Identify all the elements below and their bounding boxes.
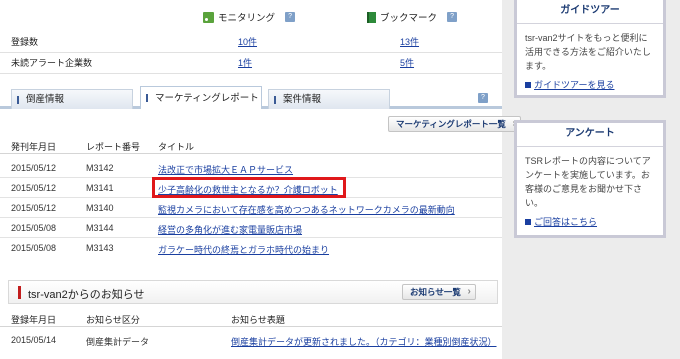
- marketing-report-list-button[interactable]: マーケティングレポート一覧: [388, 116, 521, 132]
- report-title-link[interactable]: 監視カメラにおいて存在感を高めつつあるネットワークカメラの最新動向: [158, 203, 455, 216]
- news-table-header: 登録年月日 お知らせ区分 お知らせ表題: [0, 310, 502, 327]
- report-title-link[interactable]: 経営の多角化が進む家電量販店市場: [158, 223, 302, 236]
- bullet-icon: [525, 81, 531, 88]
- main-content: モニタリング ? ブックマーク ? 登録数 10件 13件 未読アラート企業数 …: [0, 0, 521, 359]
- col-date: 登録年月日: [11, 315, 57, 325]
- report-table-header: 発刊年月日 レポート番号 タイトル: [0, 137, 502, 154]
- report-title-link[interactable]: 法改正で市場拡大ＥＡＰサービス: [158, 163, 293, 176]
- guide-tour-text: tsr-van2サイトをもっと便利に活用できる方法をご紹介いたします。: [525, 33, 651, 71]
- summary-label: 未読アラート企業数: [11, 58, 93, 68]
- row-number: M3141: [86, 183, 114, 193]
- rss-icon: [203, 11, 214, 23]
- row-number: M3143: [86, 243, 114, 253]
- row-date: 2015/05/12: [11, 183, 57, 193]
- row-category: 倒産集計データ: [86, 337, 150, 347]
- col-number: レポート番号: [86, 142, 141, 152]
- news-section-header: tsr-van2からのお知らせ お知らせ一覧: [8, 280, 498, 304]
- guide-tour-box: ガイドツアー tsr-van2サイトをもっと便利に活用できる方法をご紹介いたしま…: [514, 0, 666, 98]
- news-list-button[interactable]: お知らせ一覧: [402, 284, 476, 300]
- table-row: 2015/05/12 M3142 法改正で市場拡大ＥＡＰサービス: [0, 159, 502, 178]
- row-date: 2015/05/08: [11, 243, 57, 253]
- info-tabs: 倒産情報 マーケティングレポート 案件情報 ?: [0, 86, 502, 109]
- survey-link-label[interactable]: ご回答はこちら: [534, 215, 597, 228]
- summary-label: 登録数: [11, 37, 39, 47]
- row-date: 2015/05/08: [11, 223, 57, 233]
- row-date: 2015/05/14: [11, 335, 57, 345]
- bookmark-icon: [367, 11, 376, 23]
- news-subject-link[interactable]: 倒産集計データが更新されました。（カテゴリ：業種別倒産状況）: [231, 335, 497, 348]
- table-row: 2015/05/14 倒産集計データ 倒産集計データが更新されました。（カテゴリ…: [0, 331, 502, 350]
- row-date: 2015/05/12: [11, 163, 57, 173]
- survey-title: アンケート: [517, 123, 663, 147]
- survey-text: TSRレポートの内容についてアンケートを実施しています。お客様のご意見をお聞かせ…: [525, 156, 651, 208]
- row-number: M3144: [86, 223, 114, 233]
- tab-marketing-report[interactable]: マーケティングレポート: [140, 86, 262, 109]
- monitoring-label: モニタリング: [218, 13, 276, 24]
- help-icon[interactable]: ?: [285, 12, 296, 22]
- news-section-title: tsr-van2からのお知らせ: [28, 289, 145, 301]
- summary-row: 登録数 10件 13件: [0, 31, 502, 53]
- summary-row: 未読アラート企業数 1件 5件: [0, 52, 502, 74]
- col-date: 発刊年月日: [11, 142, 57, 152]
- report-title-link[interactable]: ガラケー時代の終焉とガラホ時代の始まり: [158, 243, 329, 256]
- tab-projects[interactable]: 案件情報: [268, 89, 390, 109]
- col-subject: お知らせ表題: [231, 315, 285, 325]
- help-icon[interactable]: ?: [478, 93, 488, 103]
- bookmark-count-link[interactable]: 13件: [400, 35, 419, 48]
- table-row: 2015/05/12 M3140 監視カメラにおいて存在感を高めつつあるネットワ…: [0, 199, 502, 218]
- row-date: 2015/05/12: [11, 203, 57, 213]
- bookmark-header: ブックマーク ?: [367, 9, 458, 25]
- col-category: お知らせ区分: [86, 315, 140, 325]
- bullet-icon: [525, 218, 531, 225]
- col-title: タイトル: [158, 142, 195, 152]
- highlight-box: [152, 177, 346, 198]
- table-row: 2015/05/08 M3143 ガラケー時代の終焉とガラホ時代の始まり: [0, 239, 502, 258]
- survey-box: アンケート TSRレポートの内容についてアンケートを実施しています。お客様のご意…: [514, 120, 666, 238]
- tab-bankruptcy[interactable]: 倒産情報: [11, 89, 133, 109]
- guide-tour-link[interactable]: ガイドツアーを見る: [517, 73, 663, 91]
- bookmark-count-link[interactable]: 5件: [400, 56, 414, 69]
- guide-tour-link-label[interactable]: ガイドツアーを見る: [534, 78, 614, 91]
- monitoring-count-link[interactable]: 10件: [238, 35, 257, 48]
- monitoring-header: モニタリング ?: [203, 9, 296, 25]
- row-number: M3140: [86, 203, 114, 213]
- row-number: M3142: [86, 163, 114, 173]
- monitoring-count-link[interactable]: 1件: [238, 56, 252, 69]
- table-row: 2015/05/08 M3144 経営の多角化が進む家電量販店市場: [0, 219, 502, 238]
- survey-link[interactable]: ご回答はこちら: [517, 210, 663, 228]
- bookmark-label: ブックマーク: [380, 13, 438, 24]
- guide-tour-title: ガイドツアー: [517, 0, 663, 24]
- section-marker: [18, 286, 21, 299]
- help-icon[interactable]: ?: [447, 12, 458, 22]
